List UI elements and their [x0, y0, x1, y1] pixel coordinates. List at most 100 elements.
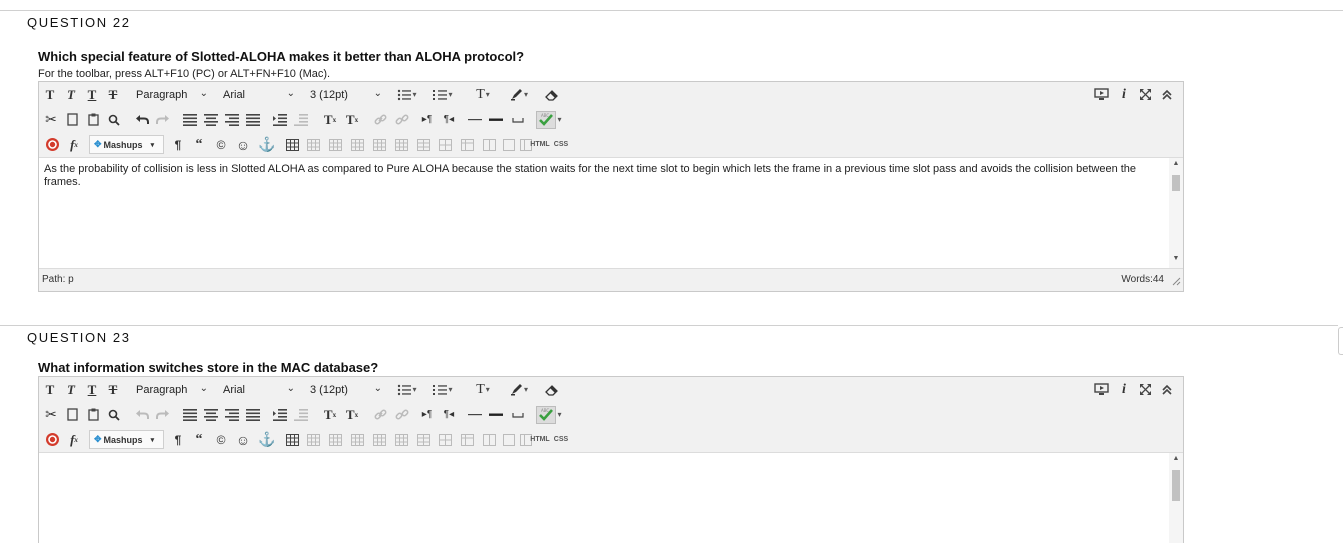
align-right-icon[interactable] [224, 405, 240, 424]
formula-icon[interactable]: fx [66, 430, 82, 449]
table-cell-icon[interactable] [349, 430, 365, 449]
html-button[interactable]: HTML [529, 135, 551, 154]
collapse-icon[interactable] [1159, 380, 1175, 399]
spell-check-icon[interactable]: ABC ▾ [534, 110, 564, 129]
preview-icon[interactable] [1093, 85, 1109, 104]
undo-icon[interactable] [134, 405, 150, 424]
emoji-icon[interactable]: ☺ [235, 135, 251, 154]
table-props-icon[interactable] [459, 135, 475, 154]
italic-icon[interactable]: T [63, 380, 79, 399]
bold-icon[interactable]: T [42, 85, 58, 104]
grip-icon[interactable] [1172, 277, 1181, 289]
eraser-icon[interactable] [544, 85, 560, 104]
copy-icon[interactable] [64, 405, 80, 424]
preview-icon[interactable] [1093, 380, 1109, 399]
format-select[interactable]: Paragraph ⌄ [131, 85, 213, 104]
redo-icon[interactable] [155, 110, 171, 129]
copyright-icon[interactable]: © [213, 430, 229, 449]
info-icon[interactable]: i [1116, 85, 1132, 104]
css-button[interactable]: CSS [552, 430, 570, 449]
hr-icon[interactable] [488, 110, 504, 129]
rtl-icon[interactable]: ¶◂ [441, 405, 457, 424]
record-icon[interactable] [44, 430, 60, 449]
table-delete-icon[interactable] [393, 430, 409, 449]
space-icon[interactable] [510, 405, 526, 424]
unlink-icon[interactable] [394, 405, 410, 424]
ltr-icon[interactable]: ▸¶ [419, 110, 435, 129]
strikethrough-icon[interactable]: T [105, 380, 121, 399]
side-panel-tab[interactable] [1338, 327, 1343, 355]
pilcrow-icon[interactable]: ¶ [170, 135, 186, 154]
cut-icon[interactable]: ✂ [43, 405, 59, 424]
table-row-icon[interactable] [305, 430, 321, 449]
anchor-icon[interactable]: ⚓ [258, 430, 275, 449]
scroll-down-icon[interactable]: ▼ [1169, 253, 1183, 265]
pilcrow-icon[interactable]: ¶ [170, 430, 186, 449]
font-select[interactable]: Arial ⌄ [218, 380, 300, 399]
anchor-icon[interactable]: ⚓ [258, 135, 275, 154]
html-button[interactable]: HTML [529, 430, 551, 449]
superscript-icon[interactable]: Tx [322, 405, 338, 424]
numbered-list-icon[interactable]: ▾ [430, 85, 456, 104]
align-left-icon[interactable] [182, 110, 198, 129]
size-select[interactable]: 3 (12pt) ⌄ [305, 85, 387, 104]
bullet-list-icon[interactable]: ▾ [394, 85, 420, 104]
align-left-icon[interactable] [182, 405, 198, 424]
record-icon[interactable] [44, 135, 60, 154]
spell-check-icon[interactable]: ABC ▾ [534, 405, 564, 424]
underline-icon[interactable]: T [84, 380, 100, 399]
paste-icon[interactable] [85, 405, 101, 424]
scroll-up-icon[interactable]: ▲ [1169, 453, 1183, 465]
hr-icon[interactable] [488, 405, 504, 424]
table-split-icon[interactable] [437, 135, 453, 154]
table-insert-icon[interactable] [371, 430, 387, 449]
align-center-icon[interactable] [203, 110, 219, 129]
hr-icon[interactable] [467, 405, 483, 424]
ltr-icon[interactable]: ▸¶ [419, 405, 435, 424]
outdent-icon[interactable] [272, 405, 288, 424]
align-center-icon[interactable] [203, 405, 219, 424]
italic-icon[interactable]: T [63, 85, 79, 104]
table-merge-icon[interactable] [415, 135, 431, 154]
table-split-icon[interactable] [437, 430, 453, 449]
bullet-list-icon[interactable]: ▾ [394, 380, 420, 399]
box-icon[interactable] [501, 430, 517, 449]
css-button[interactable]: CSS [552, 135, 570, 154]
highlight-icon[interactable]: ▾ [506, 380, 532, 399]
superscript-icon[interactable]: Tx [322, 110, 338, 129]
quote-icon[interactable]: “ [191, 430, 207, 449]
find-icon[interactable] [106, 405, 122, 424]
numbered-list-icon[interactable]: ▾ [430, 380, 456, 399]
fullscreen-icon[interactable] [1137, 380, 1153, 399]
formula-icon[interactable]: fx [66, 135, 82, 154]
info-icon[interactable]: i [1116, 380, 1132, 399]
justify-icon[interactable] [245, 110, 261, 129]
table-delete-icon[interactable] [393, 135, 409, 154]
redo-icon[interactable] [155, 405, 171, 424]
copy-icon[interactable] [64, 110, 80, 129]
space-icon[interactable] [510, 110, 526, 129]
hr-icon[interactable] [467, 110, 483, 129]
size-select[interactable]: 3 (12pt) ⌄ [305, 380, 387, 399]
editor-content-area[interactable]: ▲ [39, 453, 1183, 543]
bold-icon[interactable]: T [42, 380, 58, 399]
subscript-icon[interactable]: Tx [344, 405, 360, 424]
table-cell-props-icon[interactable] [481, 430, 497, 449]
collapse-icon[interactable] [1159, 85, 1175, 104]
undo-icon[interactable] [134, 110, 150, 129]
editor-content-area[interactable]: As the probability of collision is less … [39, 158, 1183, 268]
strikethrough-icon[interactable]: T [105, 85, 121, 104]
mashups-dropdown[interactable]: ✥ Mashups ▾ [89, 430, 164, 449]
link-icon[interactable] [372, 110, 388, 129]
copyright-icon[interactable]: © [213, 135, 229, 154]
rtl-icon[interactable]: ¶◂ [441, 110, 457, 129]
scroll-thumb[interactable] [1172, 470, 1180, 501]
highlight-icon[interactable]: ▾ [506, 85, 532, 104]
table-cell-props-icon[interactable] [481, 135, 497, 154]
underline-icon[interactable]: T [84, 85, 100, 104]
scroll-up-icon[interactable]: ▲ [1169, 158, 1183, 170]
outdent-icon[interactable] [272, 110, 288, 129]
indent-icon[interactable] [293, 405, 309, 424]
format-select[interactable]: Paragraph ⌄ [131, 380, 213, 399]
table-cell-icon[interactable] [349, 135, 365, 154]
